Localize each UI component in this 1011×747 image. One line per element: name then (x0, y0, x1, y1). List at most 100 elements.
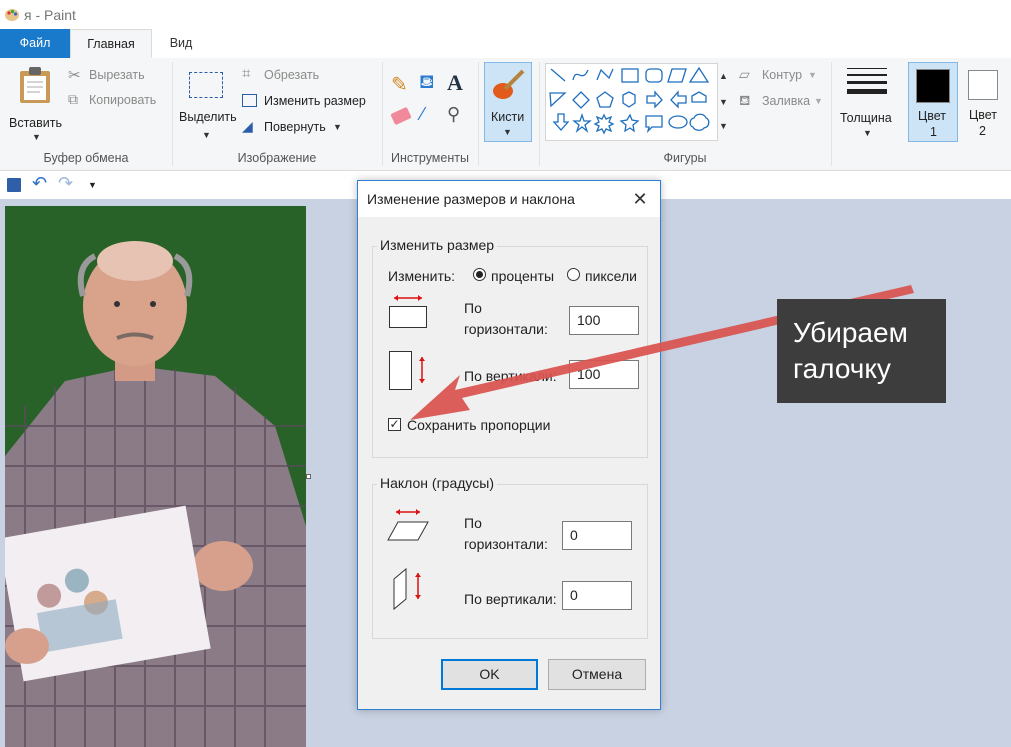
pixels-radio[interactable] (567, 268, 580, 281)
size-label: Толщина (840, 111, 892, 125)
magnifier-icon[interactable]: ⚲ (447, 104, 460, 125)
copy-button[interactable]: ⧉ Копировать (68, 91, 168, 111)
cut-button[interactable]: ✂ Вырезать (68, 66, 160, 86)
dialog-title: Изменение размеров и наклона (367, 191, 575, 207)
scroll-up-icon[interactable]: ▲ (719, 71, 728, 81)
resize-group-title: Изменить размер (377, 237, 498, 253)
copy-label: Копировать (89, 93, 157, 107)
cut-label: Вырезать (89, 68, 145, 82)
brushes-button[interactable]: Кисти ▼ (484, 62, 532, 142)
color1-button[interactable]: Цвет 1 (908, 62, 958, 142)
skew-group-title: Наклон (градусы) (377, 475, 497, 491)
text-icon[interactable]: A (447, 70, 463, 96)
group-separator (478, 62, 479, 166)
outline-icon: ▱ (739, 66, 750, 82)
resize-icon (242, 94, 257, 107)
canvas-image[interactable] (5, 206, 306, 747)
save-icon[interactable] (7, 178, 21, 192)
crop-icon: ⌗ (242, 65, 251, 82)
crop-label: Обрезать (264, 68, 320, 82)
horizontal-label-line1: По (464, 300, 482, 316)
gallery-expand-icon[interactable]: ▼ (719, 121, 728, 131)
tab-file[interactable]: Файл (0, 29, 70, 58)
customize-toolbar-icon[interactable]: ▼ (88, 180, 97, 190)
select-button[interactable]: Выделить ▼ (176, 64, 237, 144)
selection-rectangle-icon (189, 72, 223, 98)
select-label: Выделить (179, 110, 237, 124)
group-label-clipboard: Буфер обмена (43, 151, 129, 165)
resize-label: Изменить размер (264, 94, 366, 108)
horizontal-skew-input[interactable]: 0 (562, 521, 632, 550)
brush-icon (493, 69, 525, 99)
outline-button[interactable]: ▱ Контур ▼ (739, 66, 824, 86)
resize-by-label: Изменить: (388, 268, 456, 284)
scroll-down-icon[interactable]: ▼ (719, 97, 728, 107)
canvas-resize-handle[interactable] (306, 474, 311, 479)
photo-person-illustration (5, 206, 306, 747)
paint-app-icon (5, 9, 19, 21)
title-bar: я - Paint (0, 0, 1011, 29)
color-picker-icon[interactable]: ⁄ (421, 104, 424, 125)
group-label-image: Изображение (237, 151, 317, 165)
horizontal-resize-icon (389, 295, 427, 328)
size-dropdown-icon: ▼ (863, 128, 872, 138)
fill-icon: ⛾ (739, 92, 751, 108)
color2-label-line1: Цвет (969, 108, 998, 122)
dialog-title-bar: Изменение размеров и наклона ✕ (358, 181, 660, 217)
rotate-button[interactable]: ◢ Повернуть ▼ (242, 118, 352, 138)
vertical-skew-input[interactable]: 0 (562, 581, 632, 610)
crop-button[interactable]: ⌗ Обрезать (242, 65, 332, 86)
size-button[interactable]: Толщина ▼ (837, 64, 899, 144)
group-label-shapes: Фигуры (663, 151, 707, 165)
color1-swatch (916, 69, 950, 103)
skew-horizontal-label-line1: По (464, 515, 482, 531)
annotation-callout: Убираем галочку (777, 299, 946, 403)
copy-icon: ⧉ (68, 91, 78, 107)
redo-icon[interactable]: ↷ (58, 173, 73, 194)
color2-button[interactable]: Цвет 2 (960, 62, 1008, 142)
outline-label: Контур (762, 68, 803, 82)
line-thickness-icon (847, 68, 887, 94)
ribbon: Вставить ▼ ✂ Вырезать ⧉ Копировать Буфер… (0, 58, 1011, 171)
brushes-dropdown-icon: ▼ (503, 127, 512, 137)
ok-button[interactable]: OK (441, 659, 538, 690)
tab-view[interactable]: Вид (152, 29, 210, 58)
pixels-label[interactable]: пиксели (585, 268, 637, 284)
paste-label: Вставить (9, 116, 62, 130)
pencil-icon[interactable]: ✎ (391, 72, 408, 97)
color1-label-line2: 1 (930, 125, 937, 139)
rotate-icon: ◢ (242, 118, 253, 134)
fill-dropdown-icon: ▼ (814, 96, 823, 106)
resize-skew-dialog: Изменение размеров и наклона ✕ Изменить … (357, 180, 661, 710)
vertical-skew-icon (393, 567, 421, 611)
color1-label-line1: Цвет (918, 109, 947, 123)
fill-button[interactable]: ⛾ Заливка ▼ (739, 92, 827, 112)
resize-button[interactable]: Изменить размер (242, 92, 374, 112)
keep-ratio-label[interactable]: Сохранить пропорции (407, 417, 550, 433)
shapes-gallery[interactable] (545, 63, 718, 141)
horizontal-resize-input[interactable]: 100 (569, 306, 639, 335)
color2-label-line2: 2 (979, 124, 986, 138)
outline-dropdown-icon: ▼ (808, 70, 817, 80)
percent-label[interactable]: проценты (491, 268, 554, 284)
percent-radio[interactable] (473, 268, 486, 281)
skew-horizontal-label-line2: горизонтали: (464, 536, 548, 552)
group-label-tools: Инструменты (391, 151, 469, 165)
color2-swatch (968, 70, 998, 100)
paste-dropdown-icon: ▼ (32, 132, 41, 142)
vertical-label: По вертикали: (464, 368, 557, 384)
group-separator (831, 62, 832, 166)
scissors-icon: ✂ (68, 67, 81, 84)
paste-button[interactable]: Вставить ▼ (6, 64, 62, 142)
tab-home[interactable]: Главная (70, 29, 152, 58)
keep-ratio-checkbox[interactable]: ✓ (388, 418, 401, 431)
fill-bucket-icon[interactable]: ⛾ (419, 72, 435, 96)
brushes-label: Кисти (491, 110, 525, 124)
eraser-icon[interactable] (390, 106, 412, 126)
vertical-resize-input[interactable]: 100 (569, 360, 639, 389)
cancel-button[interactable]: Отмена (548, 659, 646, 690)
undo-icon[interactable]: ↶ (32, 173, 47, 194)
shapes-scrollbar[interactable]: ▲ ▼ ▼ (717, 63, 731, 139)
close-icon[interactable]: ✕ (628, 187, 652, 211)
window-title: я - Paint (24, 7, 76, 23)
